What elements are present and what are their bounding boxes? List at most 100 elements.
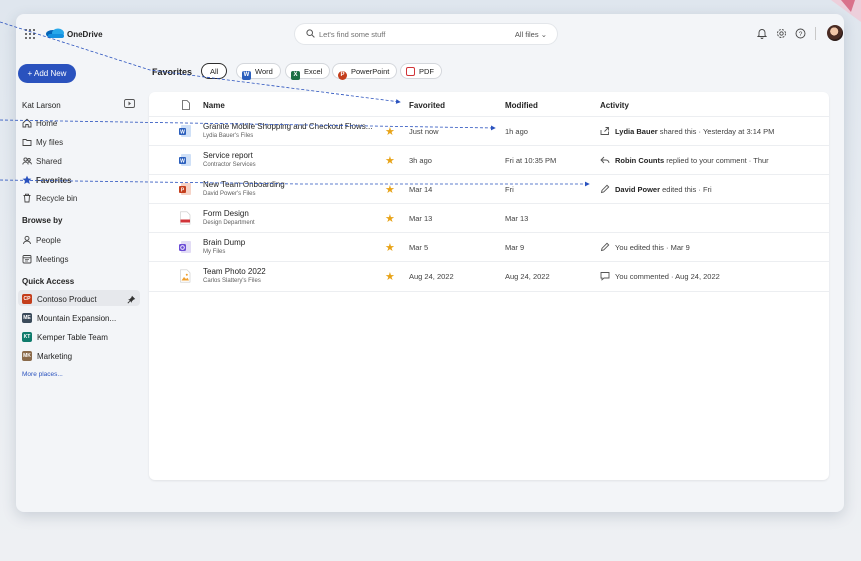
- activity-actor: David Power: [615, 185, 661, 194]
- search-input[interactable]: Let's find some stuff: [319, 30, 385, 39]
- file-name[interactable]: Service report: [203, 151, 253, 160]
- powerpoint-icon: P: [338, 70, 347, 80]
- activity-actor: Lydia Bauer: [615, 127, 658, 136]
- quick-access-label: Contoso Product: [37, 295, 97, 304]
- file-name[interactable]: New Team Onboarding: [203, 180, 285, 189]
- column-header-activity[interactable]: Activity: [600, 101, 629, 110]
- app-launcher-icon[interactable]: [25, 29, 35, 39]
- table-row[interactable]: Form Design Design Department ★ Mar 13 M…: [149, 203, 829, 233]
- activity-description: You edited this · Mar 9: [615, 243, 690, 252]
- file-location: David Power's Files: [203, 191, 256, 197]
- file-name[interactable]: Granite Mobile Shopping and Checkout Flo…: [203, 122, 372, 131]
- modified-date: Fri: [505, 185, 514, 194]
- search-scope-label: All files: [514, 30, 539, 39]
- sidebar-item-label: Recycle bin: [36, 194, 78, 203]
- quick-access-label: Mountain Expansion...: [37, 314, 117, 323]
- column-header-favorited[interactable]: Favorited: [409, 101, 445, 110]
- edit-icon: [600, 242, 610, 252]
- file-type-header-icon: [182, 100, 190, 110]
- activity-description: replied to your comment · Thur: [664, 156, 769, 165]
- svg-text:W: W: [180, 130, 185, 136]
- pdf-file-icon: [180, 211, 191, 225]
- favorite-star-icon[interactable]: ★: [385, 212, 395, 225]
- site-badge: CP: [22, 294, 32, 304]
- word-file-icon: W: [179, 125, 191, 137]
- collapse-sidebar-icon[interactable]: [124, 99, 135, 108]
- file-name[interactable]: Team Photo 2022: [203, 267, 266, 276]
- favorited-date: Mar 5: [409, 243, 429, 252]
- favorited-date: Mar 13: [409, 214, 433, 223]
- file-name[interactable]: Brain Dump: [203, 238, 245, 247]
- reply-icon: [600, 156, 610, 164]
- site-badge: MK: [22, 351, 32, 361]
- help-icon[interactable]: ?: [795, 28, 806, 39]
- person-icon: [23, 235, 31, 245]
- add-new-button[interactable]: + Add New: [18, 64, 76, 83]
- user-name: Kat Larson: [22, 101, 61, 110]
- column-header-name[interactable]: Name: [203, 101, 225, 110]
- modified-date: Mar 13: [505, 214, 529, 223]
- sidebar-item-label: People: [36, 236, 61, 245]
- site-badge: KT: [22, 332, 32, 342]
- star-icon: [22, 175, 32, 184]
- column-header-modified[interactable]: Modified: [505, 101, 538, 110]
- favorite-star-icon[interactable]: ★: [385, 183, 395, 196]
- favorited-date: Just now: [409, 127, 439, 136]
- home-icon: [22, 118, 32, 128]
- pin-icon[interactable]: [127, 295, 136, 304]
- toolbar-divider: [815, 27, 816, 40]
- notifications-bell-icon[interactable]: [757, 28, 767, 39]
- quick-access-label: Marketing: [37, 352, 73, 361]
- calendar-icon: [22, 255, 32, 264]
- filter-powerpoint-chip[interactable]: P PowerPoint: [332, 63, 398, 80]
- activity-description: edited this · Fri: [660, 185, 712, 194]
- filter-pdf-chip[interactable]: PDF: [400, 63, 442, 79]
- user-avatar[interactable]: [827, 25, 843, 41]
- favorite-star-icon[interactable]: ★: [385, 270, 395, 283]
- search-scope-dropdown[interactable]: All files ⌄: [515, 30, 547, 39]
- sidebar-item-label: My files: [36, 138, 64, 147]
- favorited-date: Mar 14: [409, 185, 433, 194]
- favorited-date: 3h ago: [409, 156, 432, 165]
- powerpoint-file-icon: P: [179, 183, 191, 195]
- folder-icon: [22, 139, 32, 146]
- favorited-date: Aug 24, 2022: [409, 272, 454, 281]
- word-icon: W: [242, 70, 251, 80]
- table-row[interactable]: Team Photo 2022 Carlos Slattery's Files …: [149, 261, 829, 292]
- filter-word-chip[interactable]: W Word: [236, 63, 281, 80]
- filter-excel-chip[interactable]: X Excel: [285, 63, 331, 80]
- table-row[interactable]: W Service report Contractor Services ★ 3…: [149, 145, 829, 175]
- filter-powerpoint-label: PowerPoint: [351, 67, 390, 76]
- modified-date: 1h ago: [505, 127, 528, 136]
- search-icon: [306, 29, 315, 38]
- page-title: Favorites: [152, 67, 193, 77]
- sidebar-item-label: Favorites: [36, 176, 72, 185]
- favorite-star-icon[interactable]: ★: [385, 241, 395, 254]
- favorites-file-list: Name Favorited Modified Activity W Grani…: [149, 92, 829, 480]
- table-row[interactable]: W Granite Mobile Shopping and Checkout F…: [149, 116, 829, 146]
- file-location: Carlos Slattery's Files: [203, 278, 261, 284]
- share-icon: [600, 127, 609, 135]
- edit-icon: [600, 184, 610, 194]
- file-location: Lydia Bauer's Files: [203, 133, 254, 139]
- filter-all-chip[interactable]: All: [201, 63, 228, 79]
- filter-pdf-label: PDF: [419, 67, 434, 76]
- search-box[interactable]: Let's find some stuff All files ⌄: [295, 24, 557, 44]
- table-row[interactable]: P New Team Onboarding David Power's File…: [149, 174, 829, 204]
- file-location: Contractor Services: [203, 162, 256, 168]
- chevron-down-icon: ⌄: [540, 30, 547, 39]
- modified-date: Mar 9: [505, 243, 525, 252]
- favorite-star-icon[interactable]: ★: [385, 125, 395, 138]
- favorite-star-icon[interactable]: ★: [385, 154, 395, 167]
- activity-description: shared this · Yesterday at 3:14 PM: [657, 127, 775, 136]
- sidebar-item-label: Home: [36, 119, 58, 128]
- onedrive-logo-icon: [46, 28, 64, 38]
- image-file-icon: [180, 269, 191, 283]
- browse-by-heading: Browse by: [22, 216, 63, 225]
- more-places-link[interactable]: More places...: [22, 371, 63, 378]
- site-badge: ME: [22, 313, 32, 323]
- app-name[interactable]: OneDrive: [67, 30, 103, 39]
- file-name[interactable]: Form Design: [203, 209, 249, 218]
- settings-gear-icon[interactable]: [776, 28, 787, 39]
- table-row[interactable]: Brain Dump My Files ★ Mar 5 Mar 9 You ed…: [149, 232, 829, 262]
